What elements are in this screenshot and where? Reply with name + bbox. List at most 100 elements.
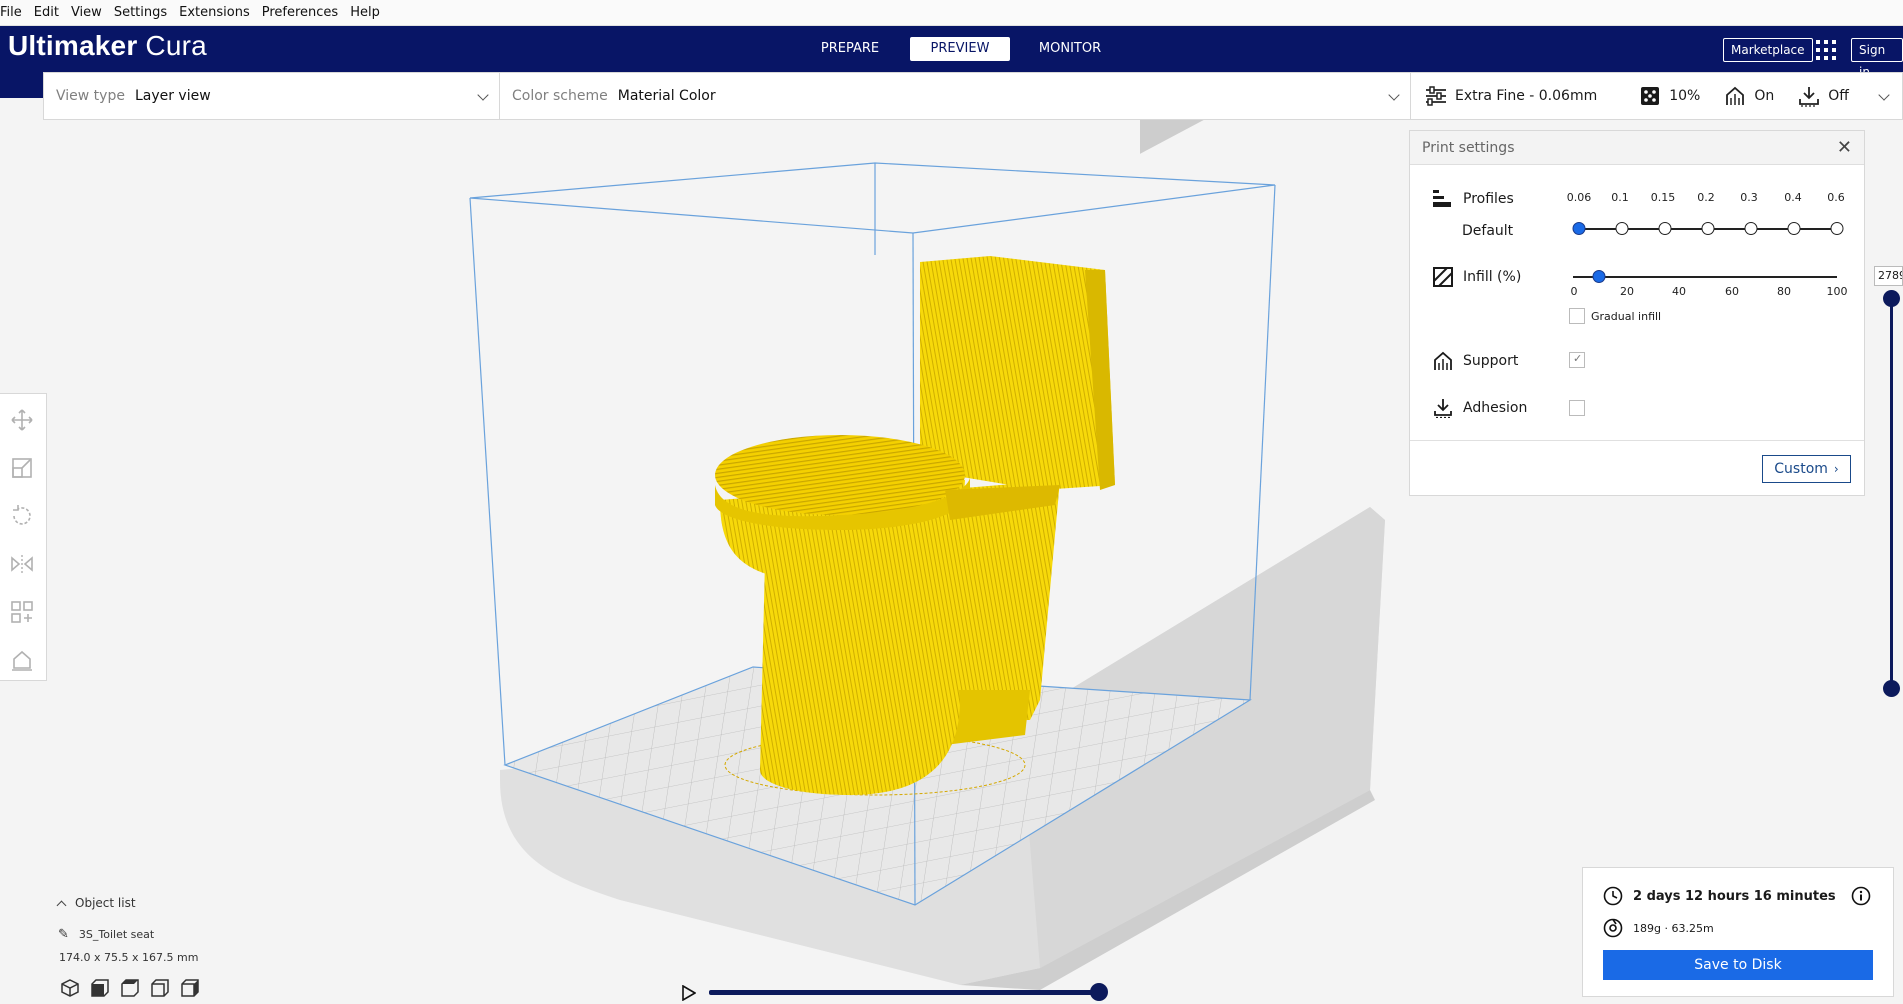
menu-preferences[interactable]: Preferences xyxy=(256,5,344,20)
left-toolbar xyxy=(0,393,47,681)
material-usage: 189g · 63.25m xyxy=(1633,921,1714,935)
support-icon xyxy=(1726,86,1745,105)
menu-file[interactable]: File xyxy=(0,5,28,20)
support-summary-text: On xyxy=(1754,88,1775,104)
panel-divider xyxy=(1410,440,1864,441)
object-list-item[interactable]: ✎ 3S_Toilet seat xyxy=(58,927,198,942)
profile-option[interactable] xyxy=(1615,222,1629,235)
profile-option[interactable] xyxy=(1658,222,1672,235)
infill-icon xyxy=(1641,87,1660,105)
object-list: Object list ✎ 3S_Toilet seat 174.0 x 75.… xyxy=(56,896,198,964)
menu-help[interactable]: Help xyxy=(344,5,386,20)
tab-preview[interactable]: PREVIEW xyxy=(910,37,1010,61)
chevron-down-icon xyxy=(1388,89,1400,101)
profile-tick: 0.1 xyxy=(1611,191,1629,204)
print-setup-bar[interactable]: Extra Fine - 0.06mm 10% On Off xyxy=(1410,72,1903,120)
profile-option[interactable] xyxy=(1701,222,1715,235)
mirror-icon[interactable] xyxy=(10,552,34,576)
move-icon[interactable] xyxy=(10,408,34,432)
gradual-infill-row[interactable]: Gradual infill xyxy=(1569,308,1661,324)
profile-tick: 0.6 xyxy=(1827,191,1845,204)
view-type-select[interactable]: View type Layer view xyxy=(44,73,500,119)
layer-slider-upper-handle[interactable] xyxy=(1883,290,1900,307)
menu-extensions[interactable]: Extensions xyxy=(173,5,256,20)
scale-icon[interactable] xyxy=(10,456,34,480)
custom-button-label: Custom xyxy=(1774,461,1828,477)
menu-edit[interactable]: Edit xyxy=(28,5,65,20)
chevron-right-icon: › xyxy=(1833,462,1839,476)
profile-summary: Extra Fine - 0.06mm xyxy=(1425,85,1597,107)
profile-tick: 0.15 xyxy=(1650,191,1676,204)
infill-tick: 60 xyxy=(1725,285,1739,298)
layer-slider-lower-handle[interactable] xyxy=(1883,680,1900,697)
infill-slider-handle[interactable] xyxy=(1592,270,1606,283)
spool-icon xyxy=(1603,918,1623,938)
chevron-down-icon xyxy=(477,89,489,101)
marketplace-button[interactable]: Marketplace xyxy=(1723,38,1813,62)
tab-monitor[interactable]: MONITOR xyxy=(1020,37,1120,61)
color-scheme-label: Color scheme xyxy=(512,88,608,104)
stage-tabs: PREPARE PREVIEW MONITOR xyxy=(800,37,1120,61)
adhesion-summary-text: Off xyxy=(1828,88,1849,104)
profiles-label: Profiles xyxy=(1463,191,1514,207)
support-blocker-icon[interactable] xyxy=(10,648,34,672)
menu-view[interactable]: View xyxy=(65,5,108,20)
sign-in-button[interactable]: Sign in xyxy=(1851,38,1903,79)
profile-option[interactable] xyxy=(1744,222,1758,235)
menu-settings[interactable]: Settings xyxy=(108,5,173,20)
layer-number-input[interactable]: 2789 xyxy=(1874,266,1903,286)
save-to-disk-button[interactable]: Save to Disk xyxy=(1603,950,1873,980)
chevron-down-icon[interactable] xyxy=(1878,89,1890,101)
logo-product: Cura xyxy=(137,30,207,61)
adhesion-icon xyxy=(1434,399,1452,418)
simulation-slider-track[interactable] xyxy=(709,990,1099,995)
profile-tick: 0.4 xyxy=(1784,191,1802,204)
view-toolbar: View type Layer view Color scheme Materi… xyxy=(43,72,1411,120)
sliders-icon xyxy=(1426,86,1446,106)
play-icon[interactable] xyxy=(682,985,696,1001)
adhesion-summary: Off xyxy=(1798,85,1849,107)
layer-slider-track[interactable] xyxy=(1890,298,1893,688)
rotate-icon[interactable] xyxy=(10,504,34,528)
infill-summary: 10% xyxy=(1639,85,1700,107)
profiles-icon xyxy=(1433,190,1451,207)
left-view-icon[interactable] xyxy=(150,978,170,998)
adhesion-label: Adhesion xyxy=(1463,400,1528,416)
infill-tick: 40 xyxy=(1672,285,1686,298)
logo-brand: Ultimaker xyxy=(8,30,138,61)
profile-slider[interactable] xyxy=(1572,222,1844,235)
apps-grid-icon[interactable] xyxy=(1816,40,1836,60)
simulation-slider-handle[interactable] xyxy=(1090,983,1108,1001)
top-view-icon[interactable] xyxy=(120,978,140,998)
profiles-row: Profiles xyxy=(1433,189,1514,209)
infill-tick: 20 xyxy=(1620,285,1634,298)
profile-summary-text: Extra Fine - 0.06mm xyxy=(1455,88,1598,104)
info-icon[interactable] xyxy=(1851,886,1871,906)
gradual-infill-label: Gradual infill xyxy=(1591,309,1662,323)
right-view-icon[interactable] xyxy=(180,978,200,998)
close-icon[interactable]: ✕ xyxy=(1837,137,1852,158)
color-scheme-select[interactable]: Color scheme Material Color xyxy=(500,73,1410,119)
profile-option[interactable] xyxy=(1787,222,1801,235)
gradual-infill-checkbox[interactable] xyxy=(1569,308,1585,324)
material-row: 189g · 63.25m xyxy=(1603,918,1714,938)
object-name: 3S_Toilet seat xyxy=(78,928,155,941)
per-model-settings-icon[interactable] xyxy=(10,600,34,624)
object-list-toggle[interactable]: Object list xyxy=(56,896,198,910)
adhesion-checkbox[interactable] xyxy=(1569,400,1585,416)
infill-slider[interactable] xyxy=(1573,270,1837,283)
menu-bar: File Edit View Settings Extensions Prefe… xyxy=(0,0,1903,26)
object-list-label: Object list xyxy=(75,896,136,910)
tab-prepare[interactable]: PREPARE xyxy=(800,37,900,61)
support-icon xyxy=(1434,351,1452,370)
color-scheme-value: Material Color xyxy=(617,88,716,104)
3d-view-icon[interactable] xyxy=(60,978,80,998)
adhesion-row: Adhesion xyxy=(1433,398,1527,418)
print-settings-header: Print settings ✕ xyxy=(1410,131,1864,165)
custom-settings-button[interactable]: Custom › xyxy=(1762,455,1851,483)
profile-option[interactable] xyxy=(1830,222,1844,235)
front-view-icon[interactable] xyxy=(90,978,110,998)
default-profile-label: Default xyxy=(1462,223,1514,239)
support-checkbox[interactable] xyxy=(1569,352,1585,368)
profile-option-selected[interactable] xyxy=(1572,222,1586,235)
